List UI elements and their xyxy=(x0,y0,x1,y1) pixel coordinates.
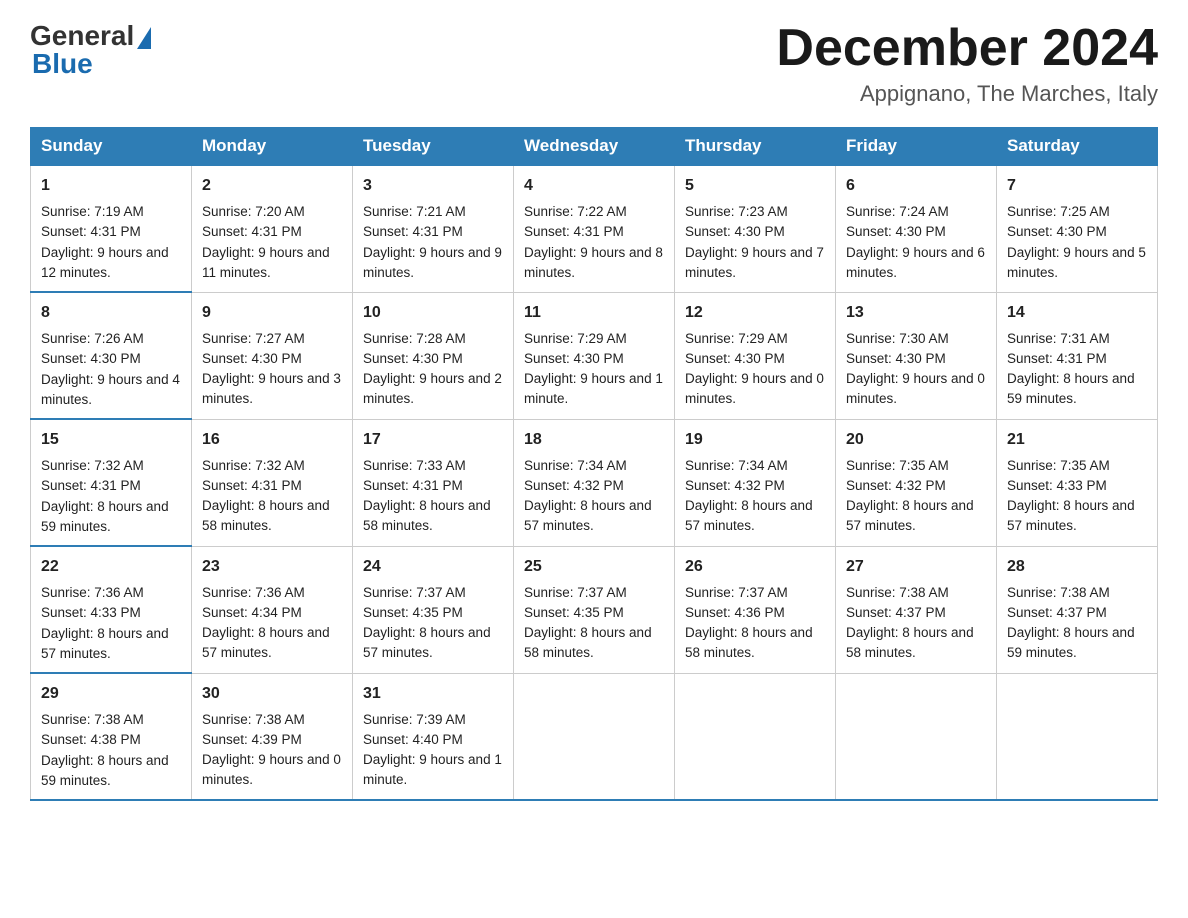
calendar-day-cell: 20Sunrise: 7:35 AMSunset: 4:32 PMDayligh… xyxy=(836,419,997,546)
col-friday: Friday xyxy=(836,128,997,166)
calendar-week-row: 8Sunrise: 7:26 AMSunset: 4:30 PMDaylight… xyxy=(31,292,1158,419)
day-number: 2 xyxy=(202,174,342,198)
calendar-week-row: 15Sunrise: 7:32 AMSunset: 4:31 PMDayligh… xyxy=(31,419,1158,546)
calendar-day-cell xyxy=(514,673,675,800)
title-section: December 2024 Appignano, The Marches, It… xyxy=(776,20,1158,107)
calendar-day-cell: 22Sunrise: 7:36 AMSunset: 4:33 PMDayligh… xyxy=(31,546,192,673)
calendar-day-cell: 10Sunrise: 7:28 AMSunset: 4:30 PMDayligh… xyxy=(353,292,514,419)
col-tuesday: Tuesday xyxy=(353,128,514,166)
calendar-day-cell: 5Sunrise: 7:23 AMSunset: 4:30 PMDaylight… xyxy=(675,165,836,292)
calendar-day-cell: 12Sunrise: 7:29 AMSunset: 4:30 PMDayligh… xyxy=(675,292,836,419)
calendar-day-cell: 19Sunrise: 7:34 AMSunset: 4:32 PMDayligh… xyxy=(675,419,836,546)
month-title: December 2024 xyxy=(776,20,1158,77)
calendar-day-cell: 24Sunrise: 7:37 AMSunset: 4:35 PMDayligh… xyxy=(353,546,514,673)
calendar-day-cell: 17Sunrise: 7:33 AMSunset: 4:31 PMDayligh… xyxy=(353,419,514,546)
logo-blue-text: Blue xyxy=(30,48,93,80)
day-number: 23 xyxy=(202,555,342,579)
calendar-day-cell: 9Sunrise: 7:27 AMSunset: 4:30 PMDaylight… xyxy=(192,292,353,419)
calendar-day-cell: 16Sunrise: 7:32 AMSunset: 4:31 PMDayligh… xyxy=(192,419,353,546)
day-number: 18 xyxy=(524,428,664,452)
col-wednesday: Wednesday xyxy=(514,128,675,166)
calendar-day-cell: 29Sunrise: 7:38 AMSunset: 4:38 PMDayligh… xyxy=(31,673,192,800)
day-number: 9 xyxy=(202,301,342,325)
day-number: 14 xyxy=(1007,301,1147,325)
calendar-day-cell: 13Sunrise: 7:30 AMSunset: 4:30 PMDayligh… xyxy=(836,292,997,419)
calendar-day-cell: 18Sunrise: 7:34 AMSunset: 4:32 PMDayligh… xyxy=(514,419,675,546)
calendar-day-cell: 21Sunrise: 7:35 AMSunset: 4:33 PMDayligh… xyxy=(997,419,1158,546)
calendar-day-cell: 26Sunrise: 7:37 AMSunset: 4:36 PMDayligh… xyxy=(675,546,836,673)
calendar-day-cell xyxy=(675,673,836,800)
day-number: 16 xyxy=(202,428,342,452)
day-number: 28 xyxy=(1007,555,1147,579)
calendar-week-row: 1Sunrise: 7:19 AMSunset: 4:31 PMDaylight… xyxy=(31,165,1158,292)
day-number: 11 xyxy=(524,301,664,325)
day-number: 31 xyxy=(363,682,503,706)
logo-triangle-icon xyxy=(137,27,151,49)
col-monday: Monday xyxy=(192,128,353,166)
day-number: 3 xyxy=(363,174,503,198)
col-sunday: Sunday xyxy=(31,128,192,166)
calendar-day-cell: 27Sunrise: 7:38 AMSunset: 4:37 PMDayligh… xyxy=(836,546,997,673)
calendar-day-cell xyxy=(997,673,1158,800)
calendar-table: Sunday Monday Tuesday Wednesday Thursday… xyxy=(30,127,1158,801)
day-number: 1 xyxy=(41,174,181,198)
col-thursday: Thursday xyxy=(675,128,836,166)
day-number: 5 xyxy=(685,174,825,198)
logo: General Blue xyxy=(30,20,151,80)
calendar-day-cell: 31Sunrise: 7:39 AMSunset: 4:40 PMDayligh… xyxy=(353,673,514,800)
day-number: 10 xyxy=(363,301,503,325)
day-number: 13 xyxy=(846,301,986,325)
calendar-day-cell xyxy=(836,673,997,800)
calendar-day-cell: 14Sunrise: 7:31 AMSunset: 4:31 PMDayligh… xyxy=(997,292,1158,419)
day-number: 12 xyxy=(685,301,825,325)
day-number: 20 xyxy=(846,428,986,452)
day-number: 30 xyxy=(202,682,342,706)
day-number: 26 xyxy=(685,555,825,579)
calendar-day-cell: 25Sunrise: 7:37 AMSunset: 4:35 PMDayligh… xyxy=(514,546,675,673)
day-number: 22 xyxy=(41,555,181,579)
calendar-day-cell: 23Sunrise: 7:36 AMSunset: 4:34 PMDayligh… xyxy=(192,546,353,673)
calendar-day-cell: 3Sunrise: 7:21 AMSunset: 4:31 PMDaylight… xyxy=(353,165,514,292)
calendar-day-cell: 6Sunrise: 7:24 AMSunset: 4:30 PMDaylight… xyxy=(836,165,997,292)
calendar-day-cell: 7Sunrise: 7:25 AMSunset: 4:30 PMDaylight… xyxy=(997,165,1158,292)
day-number: 6 xyxy=(846,174,986,198)
calendar-week-row: 29Sunrise: 7:38 AMSunset: 4:38 PMDayligh… xyxy=(31,673,1158,800)
page-header: General Blue December 2024 Appignano, Th… xyxy=(30,20,1158,107)
day-number: 19 xyxy=(685,428,825,452)
calendar-day-cell: 4Sunrise: 7:22 AMSunset: 4:31 PMDaylight… xyxy=(514,165,675,292)
day-number: 21 xyxy=(1007,428,1147,452)
location-subtitle: Appignano, The Marches, Italy xyxy=(776,81,1158,107)
col-saturday: Saturday xyxy=(997,128,1158,166)
day-number: 7 xyxy=(1007,174,1147,198)
day-number: 29 xyxy=(41,682,181,706)
calendar-day-cell: 28Sunrise: 7:38 AMSunset: 4:37 PMDayligh… xyxy=(997,546,1158,673)
day-number: 15 xyxy=(41,428,181,452)
calendar-day-cell: 2Sunrise: 7:20 AMSunset: 4:31 PMDaylight… xyxy=(192,165,353,292)
calendar-day-cell: 15Sunrise: 7:32 AMSunset: 4:31 PMDayligh… xyxy=(31,419,192,546)
day-number: 25 xyxy=(524,555,664,579)
day-number: 4 xyxy=(524,174,664,198)
day-number: 8 xyxy=(41,301,181,325)
calendar-week-row: 22Sunrise: 7:36 AMSunset: 4:33 PMDayligh… xyxy=(31,546,1158,673)
calendar-day-cell: 8Sunrise: 7:26 AMSunset: 4:30 PMDaylight… xyxy=(31,292,192,419)
calendar-day-cell: 30Sunrise: 7:38 AMSunset: 4:39 PMDayligh… xyxy=(192,673,353,800)
calendar-day-cell: 1Sunrise: 7:19 AMSunset: 4:31 PMDaylight… xyxy=(31,165,192,292)
day-number: 24 xyxy=(363,555,503,579)
calendar-day-cell: 11Sunrise: 7:29 AMSunset: 4:30 PMDayligh… xyxy=(514,292,675,419)
day-number: 17 xyxy=(363,428,503,452)
day-number: 27 xyxy=(846,555,986,579)
calendar-header-row: Sunday Monday Tuesday Wednesday Thursday… xyxy=(31,128,1158,166)
